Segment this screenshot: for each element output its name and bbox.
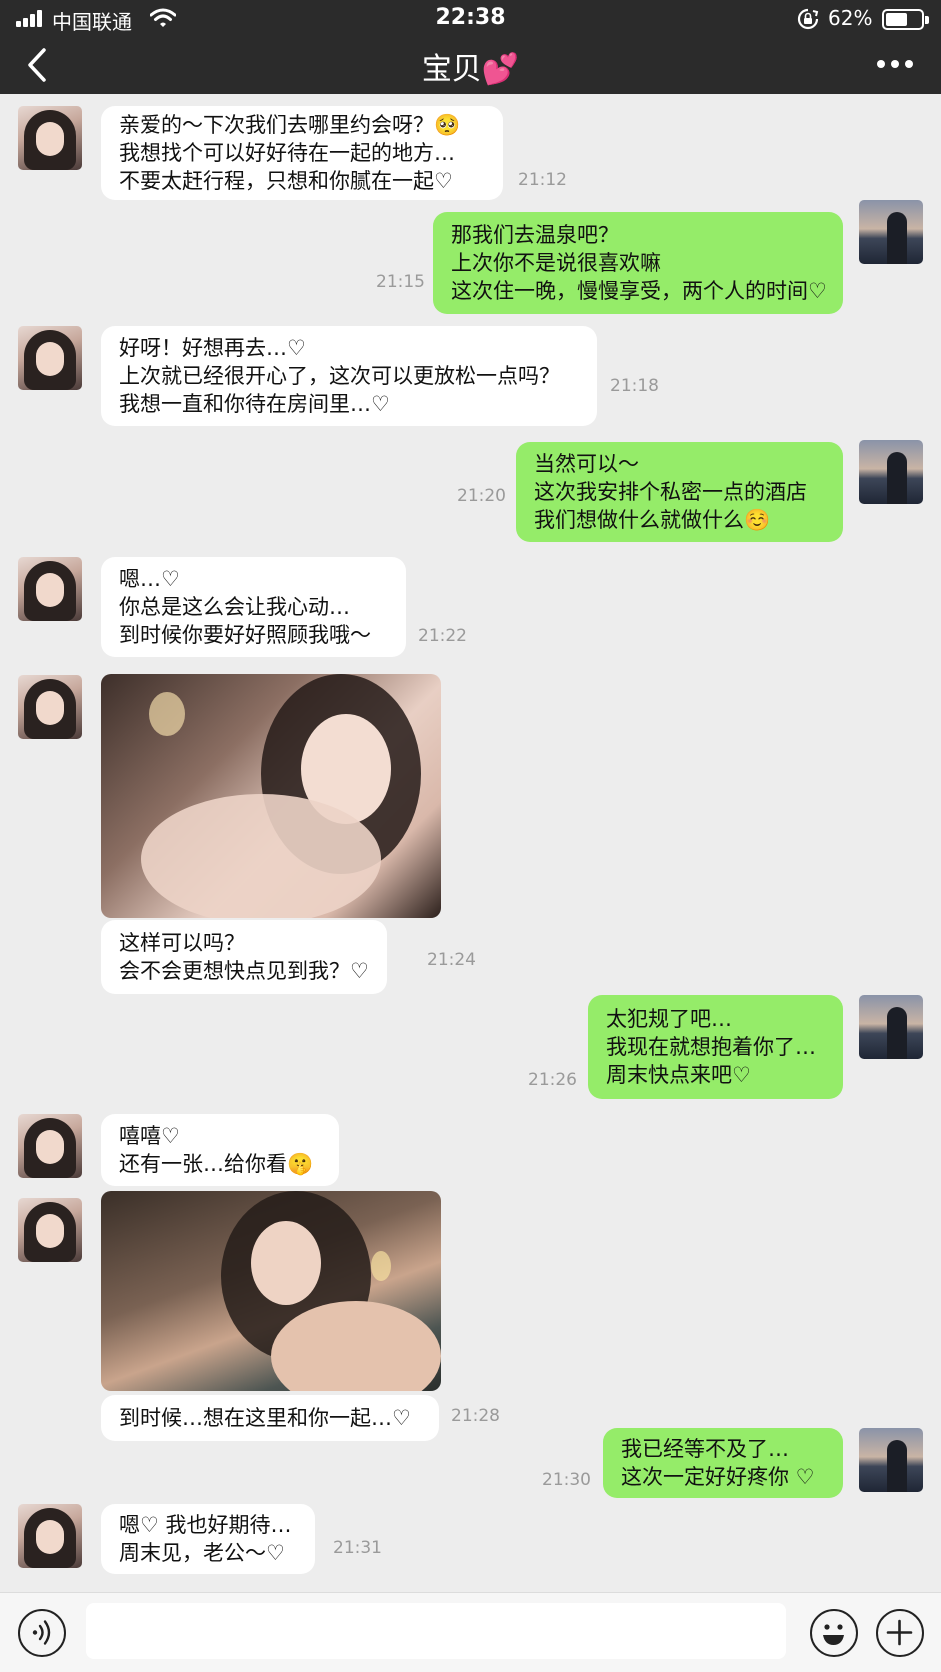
avatar[interactable] [18,326,82,390]
message-time: 21:12 [518,170,567,190]
avatar[interactable] [859,440,923,504]
message-line: 好呀！好想再去…♡ [119,336,306,360]
message-line: 嘻嘻♡ [119,1124,180,1148]
message-time: 21:30 [542,1470,591,1490]
message-line: 周末见，老公～♡ [119,1541,285,1565]
message-time: 21:15 [376,272,425,292]
message-bubble[interactable]: 嗯…♡ 你总是这么会让我心动… 到时候你要好好照顾我哦～ [101,557,406,657]
message-bubble[interactable]: 我已经等不及了… 这次一定好好疼你 ♡ [603,1428,843,1498]
message-time: 21:22 [418,626,467,646]
message-line: 我想一直和你待在房间里…♡ [119,392,390,416]
avatar[interactable] [859,200,923,264]
photo-message[interactable] [101,674,441,918]
message-line: 嗯♡ 我也好期待… [119,1513,292,1537]
avatar[interactable] [859,995,923,1059]
message-line: 这次一定好好疼你 ♡ [621,1465,815,1489]
message-line: 上次你不是说很喜欢嘛 [451,251,661,275]
message-time: 21:31 [333,1538,382,1558]
input-bar [0,1592,941,1672]
status-bar: 中国联通 22:38 62% [0,0,941,38]
avatar[interactable] [18,1114,82,1178]
message-bubble[interactable]: 嗯♡ 我也好期待… 周末见，老公～♡ [101,1504,315,1574]
message-line: 这次住一晚，慢慢享受，两个人的时间♡ [451,279,827,303]
battery-icon [882,9,929,30]
message-line: 这样可以吗？ [119,931,245,955]
message-bubble[interactable]: 好呀！好想再去…♡ 上次就已经很开心了，这次可以更放松一点吗？ 我想一直和你待在… [101,326,597,426]
message-bubble[interactable]: 嘻嘻♡ 还有一张…给你看🤫 [101,1114,339,1186]
message-line: 周末快点来吧♡ [606,1063,751,1087]
message-line: 会不会更想快点见到我？♡ [119,959,369,983]
message-bubble[interactable]: 那我们去温泉吧？ 上次你不是说很喜欢嘛 这次住一晚，慢慢享受，两个人的时间♡ [433,212,843,314]
chat-title: 宝贝💕 [421,52,520,87]
message-time: 21:26 [528,1070,577,1090]
message-line: 到时候…想在这里和你一起…♡ [119,1406,411,1430]
message-time: 21:24 [427,950,476,970]
message-line: 这次我安排个私密一点的酒店 [534,480,807,504]
message-line: 嗯…♡ [119,567,180,591]
nav-bar: 宝贝💕 [0,38,941,94]
avatar[interactable] [18,1504,82,1568]
photo-message[interactable] [101,1191,441,1391]
message-time: 21:28 [451,1406,500,1426]
message-line: 太犯规了吧… [606,1007,732,1031]
message-time: 21:18 [610,376,659,396]
message-bubble[interactable]: 亲爱的～下次我们去哪里约会呀？🥺 我想找个可以好好待在一起的地方… 不要太赶行程… [101,106,503,200]
message-line: 不要太赶行程，只想和你腻在一起♡ [119,169,453,193]
message-bubble[interactable]: 当然可以～ 这次我安排个私密一点的酒店 我们想做什么就做什么☺️ [516,442,843,542]
battery-percent: 62% [828,6,873,30]
message-bubble[interactable]: 到时候…想在这里和你一起…♡ [101,1395,439,1441]
avatar[interactable] [18,106,82,170]
avatar[interactable] [859,1428,923,1492]
message-line: 当然可以～ [534,452,639,476]
voice-icon[interactable] [18,1609,66,1657]
message-line: 还有一张…给你看🤫 [119,1152,314,1176]
message-line: 我现在就想抱着你了… [606,1035,816,1059]
message-time: 21:20 [457,486,506,506]
message-line: 你总是这么会让我心动… [119,595,350,619]
emoji-icon[interactable] [810,1609,858,1657]
message-line: 上次就已经很开心了，这次可以更放松一点吗？ [119,364,560,388]
plus-icon[interactable] [876,1609,924,1657]
message-bubble[interactable]: 太犯规了吧… 我现在就想抱着你了… 周末快点来吧♡ [588,995,843,1099]
message-input[interactable] [86,1603,786,1659]
ellipsis-icon[interactable] [875,52,915,76]
message-line: 到时候你要好好照顾我哦～ [119,623,371,647]
message-bubble[interactable]: 这样可以吗？ 会不会更想快点见到我？♡ [101,920,387,994]
chat-area[interactable]: 亲爱的～下次我们去哪里约会呀？🥺 我想找个可以好好待在一起的地方… 不要太赶行程… [0,94,941,1592]
message-line: 我想找个可以好好待在一起的地方… [119,141,455,165]
message-line: 亲爱的～下次我们去哪里约会呀？🥺 [119,113,461,137]
message-line: 我们想做什么就做什么☺️ [534,508,771,532]
avatar[interactable] [18,557,82,621]
top-bar: 中国联通 22:38 62% 宝贝💕 [0,0,941,94]
rotation-lock-icon [797,8,819,30]
avatar[interactable] [18,675,82,739]
message-line: 我已经等不及了… [621,1437,789,1461]
message-line: 那我们去温泉吧？ [451,223,619,247]
avatar[interactable] [18,1198,82,1262]
